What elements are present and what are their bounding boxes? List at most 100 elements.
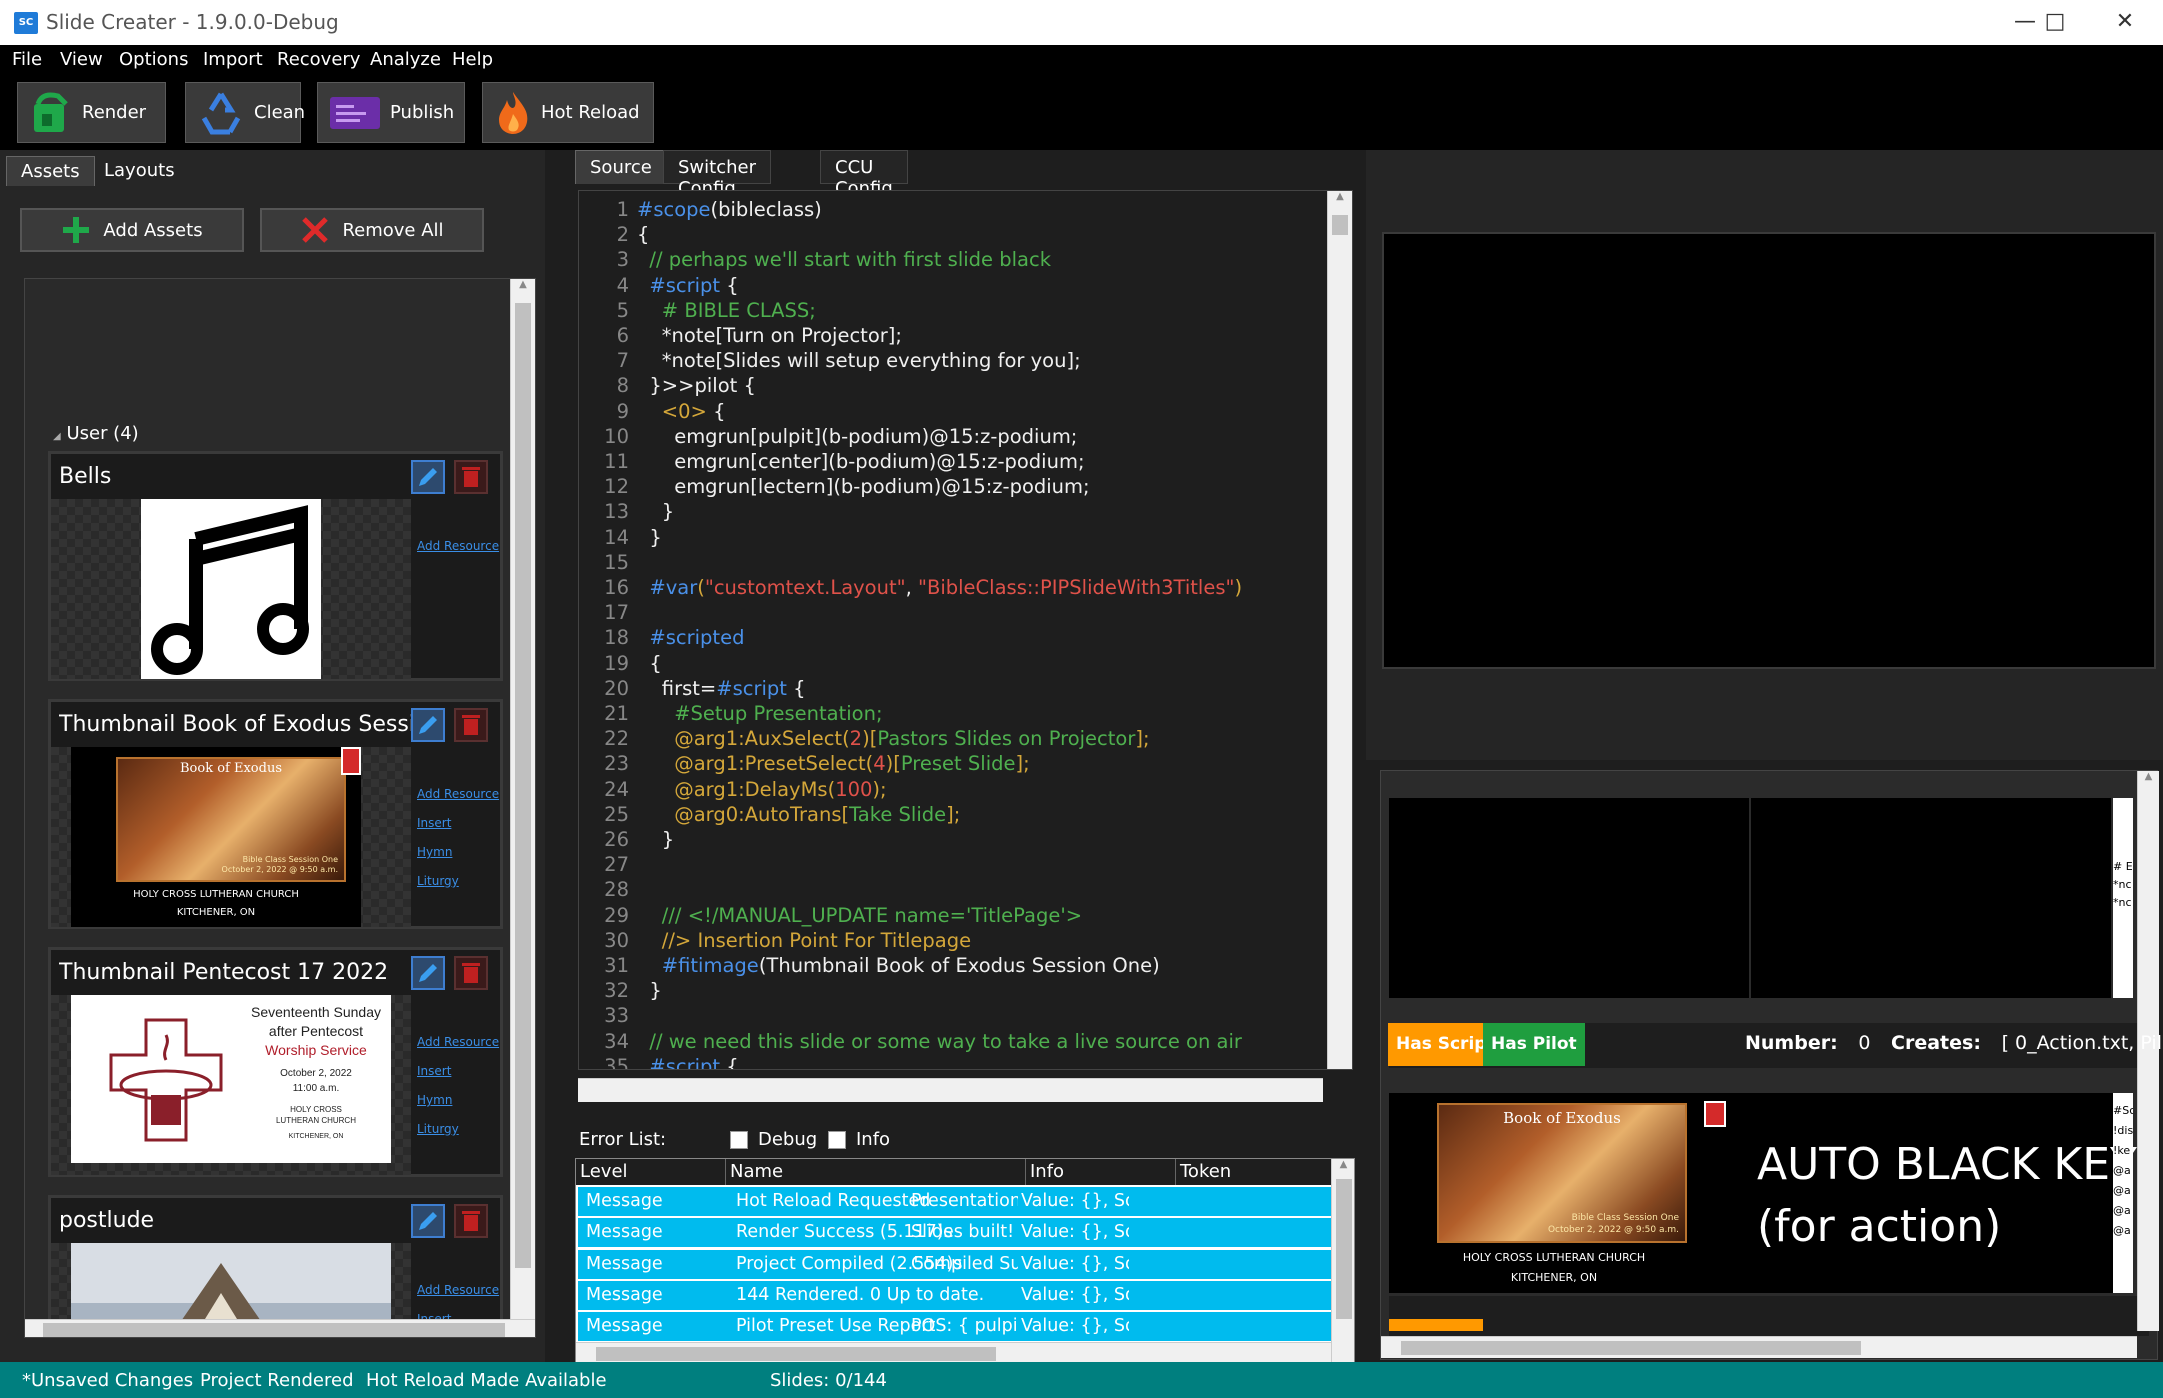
slide-panel-hscroll[interactable] bbox=[1381, 1336, 2137, 1358]
asset-card-postlude[interactable]: postlude Add Resource Insert bbox=[48, 1195, 503, 1337]
error-list-header: Error List: Debug Info bbox=[575, 1125, 1355, 1155]
close-icon[interactable]: ✕ bbox=[2095, 4, 2155, 40]
error-row[interactable]: Message 144 Rendered. 0 Up to date. Value:… bbox=[578, 1280, 1333, 1310]
asset-list-vscroll[interactable]: ▲ bbox=[510, 279, 535, 1319]
add-resource-link[interactable]: Add Resource bbox=[417, 787, 499, 801]
scroll-up-icon[interactable]: ▲ bbox=[511, 279, 535, 290]
menu-help[interactable]: Help bbox=[452, 49, 493, 70]
hymn-link[interactable]: Hymn bbox=[417, 845, 499, 859]
error-row[interactable]: Message Pilot Preset Use Report POS: { pul… bbox=[578, 1312, 1333, 1342]
scroll-thumb[interactable] bbox=[1332, 215, 1348, 235]
liturgy-link[interactable]: Liturgy bbox=[417, 874, 499, 888]
render-button[interactable]: Render bbox=[17, 82, 166, 143]
info-checkbox[interactable] bbox=[828, 1131, 846, 1149]
error-row[interactable]: Message Hot Reload Requested Presentation … bbox=[578, 1187, 1333, 1216]
add-resource-link[interactable]: Add Resource bbox=[417, 539, 499, 553]
error-token: Value: {}, Source bbox=[1021, 1284, 1129, 1305]
user-group-header[interactable]: ◢ User (4) bbox=[53, 423, 139, 444]
slide-info-text: Number: 0 Creates: [ 0_Action.txt, Pilot bbox=[1745, 1032, 2163, 1054]
code-token: #script bbox=[716, 676, 787, 700]
liturgy-link[interactable]: Liturgy bbox=[417, 1122, 499, 1136]
delete-button[interactable] bbox=[454, 708, 488, 742]
col-level[interactable]: Level bbox=[576, 1159, 726, 1185]
menu-recovery[interactable]: Recovery bbox=[277, 49, 360, 70]
edit-button[interactable] bbox=[411, 708, 445, 742]
asset-list-hscroll[interactable] bbox=[25, 1319, 535, 1337]
edit-button[interactable] bbox=[411, 956, 445, 990]
code-token: first= bbox=[637, 676, 717, 700]
maximize-icon[interactable]: □ bbox=[2025, 4, 2085, 40]
menu-file[interactable]: File bbox=[12, 49, 42, 70]
scroll-thumb[interactable] bbox=[1401, 1341, 1861, 1355]
scroll-up-icon[interactable]: ▲ bbox=[1328, 191, 1352, 202]
line-number: 18 bbox=[604, 626, 629, 650]
delete-button[interactable] bbox=[454, 956, 488, 990]
asset-title: Thumbnail Book of Exodus Sessio... bbox=[59, 712, 419, 737]
line-number: 25 bbox=[604, 802, 629, 826]
code-token: /// <!/MANUAL_UPDATE name='TitlePage'> bbox=[637, 903, 1083, 927]
line-number: 2 bbox=[616, 223, 629, 247]
code-area[interactable]: 1 #scope(bibleclass) 2 {3 // perhaps we'll … bbox=[579, 197, 1319, 1069]
add-resource-link[interactable]: Add Resource bbox=[417, 1283, 499, 1297]
trash-icon bbox=[462, 467, 480, 487]
scroll-thumb[interactable] bbox=[596, 1347, 996, 1361]
insert-link[interactable]: Insert bbox=[417, 816, 499, 830]
debug-checkbox[interactable] bbox=[730, 1131, 748, 1149]
tab-switcher-config[interactable]: Switcher Config bbox=[663, 150, 771, 199]
menu-analyze[interactable]: Analyze bbox=[370, 49, 441, 70]
error-hscroll[interactable] bbox=[576, 1342, 1331, 1362]
scroll-thumb[interactable] bbox=[515, 303, 531, 1268]
flame-icon bbox=[499, 91, 528, 134]
code-token: emgrun[center](b-podium)@15:z-podium; bbox=[637, 450, 1085, 473]
tab-ccu-config[interactable]: CCU Config bbox=[820, 150, 908, 199]
asset-card-bells[interactable]: Bells Add Resource bbox=[48, 451, 503, 681]
col-name[interactable]: Name bbox=[726, 1159, 1026, 1185]
line-number: 30 bbox=[604, 928, 629, 952]
error-row[interactable]: Message Render Success (5.117)s Slides bui… bbox=[578, 1218, 1333, 1248]
tab-layouts[interactable]: Layouts bbox=[90, 156, 189, 186]
add-resource-link[interactable]: Add Resource bbox=[417, 1035, 499, 1049]
error-row[interactable]: Message Project Compiled (2.554)s Compiled… bbox=[578, 1249, 1333, 1279]
scroll-thumb[interactable] bbox=[1336, 1179, 1352, 1319]
asset-card-exodus[interactable]: Thumbnail Book of Exodus Sessio... Book … bbox=[48, 699, 503, 929]
col-token[interactable]: Token bbox=[1176, 1159, 1354, 1185]
line-content: # BIBLE CLASS; bbox=[637, 298, 816, 323]
add-assets-button[interactable]: Add Assets bbox=[20, 208, 244, 252]
line-number: 15 bbox=[604, 550, 629, 574]
code-token: emgrun[pulpit](b-podium)@15:z-podium; bbox=[637, 424, 1078, 448]
line-number: 11 bbox=[604, 450, 629, 473]
line-content: emgrun[center](b-podium)@15:z-podium; bbox=[637, 449, 1085, 474]
publish-button[interactable]: Publish bbox=[317, 82, 465, 143]
delete-button[interactable] bbox=[454, 460, 488, 494]
edit-button[interactable] bbox=[411, 460, 445, 494]
recycle-icon bbox=[201, 92, 241, 134]
clean-button[interactable]: Clean bbox=[185, 82, 305, 143]
error-vscroll[interactable]: ▲ bbox=[1331, 1159, 1354, 1362]
delete-button[interactable] bbox=[454, 1204, 488, 1238]
line-number: 20 bbox=[604, 676, 629, 700]
source-editor[interactable]: 1 #scope(bibleclass) 2 {3 // perhaps we'll … bbox=[578, 190, 1353, 1070]
line-number: 13 bbox=[604, 500, 629, 524]
remove-all-button[interactable]: Remove All bbox=[260, 208, 484, 252]
menu-import[interactable]: Import bbox=[203, 49, 263, 70]
col-info[interactable]: Info bbox=[1026, 1159, 1176, 1185]
hot-reload-button[interactable]: Hot Reload bbox=[482, 82, 654, 143]
scroll-thumb[interactable] bbox=[43, 1323, 505, 1337]
error-level: Message bbox=[586, 1253, 663, 1274]
scroll-up-icon[interactable]: ▲ bbox=[2138, 771, 2159, 782]
asset-card-pentecost[interactable]: Thumbnail Pentecost 17 2022 Seventeenth … bbox=[48, 947, 503, 1177]
menu-view[interactable]: View bbox=[60, 49, 103, 70]
insert-link[interactable]: Insert bbox=[417, 1064, 499, 1078]
render-label: Render bbox=[82, 102, 147, 123]
trash-icon bbox=[462, 715, 480, 735]
line-content: *note[Turn on Projector]; bbox=[637, 323, 902, 348]
tab-source[interactable]: Source bbox=[575, 150, 667, 184]
menu-options[interactable]: Options bbox=[119, 49, 188, 70]
edit-button[interactable] bbox=[411, 1204, 445, 1238]
tab-assets[interactable]: Assets bbox=[6, 156, 95, 186]
scroll-up-icon[interactable]: ▲ bbox=[1332, 1159, 1354, 1170]
code-token: ); bbox=[872, 777, 887, 801]
hymn-link[interactable]: Hymn bbox=[417, 1093, 499, 1107]
editor-hscroll[interactable] bbox=[578, 1078, 1323, 1102]
editor-vscroll[interactable]: ▲ bbox=[1327, 191, 1352, 1069]
